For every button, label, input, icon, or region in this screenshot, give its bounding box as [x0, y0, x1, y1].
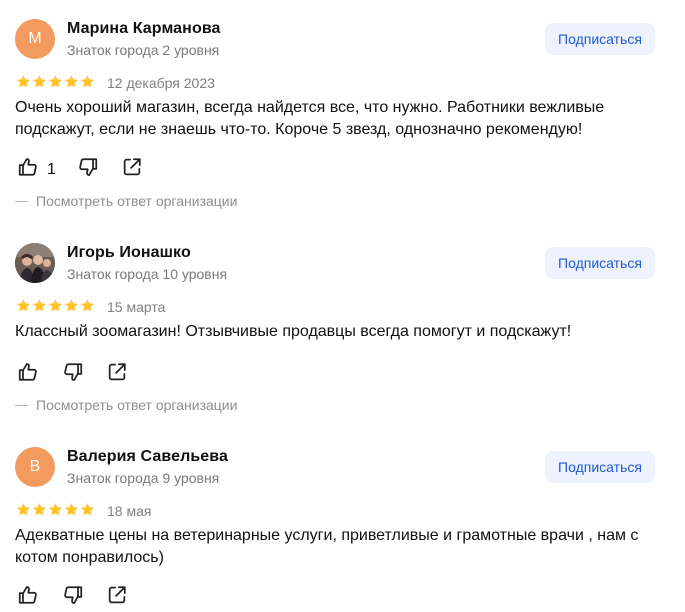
- author-name[interactable]: Игорь Ионашко: [67, 244, 191, 262]
- review-actions: 1: [17, 156, 143, 183]
- dislike-button[interactable]: [62, 361, 84, 388]
- avatar[interactable]: В: [15, 447, 55, 487]
- star-icon: [33, 503, 46, 516]
- org-reply-label: Посмотреть ответ организации: [36, 193, 238, 209]
- thumbs-down-icon: [62, 584, 84, 611]
- avatar-photo: [15, 243, 55, 283]
- thumbs-up-icon: [17, 361, 39, 388]
- dislike-button[interactable]: [62, 584, 84, 611]
- rating-stars: [16, 74, 95, 89]
- star-icon: [65, 503, 78, 516]
- share-icon: [121, 156, 143, 183]
- thumbs-up-icon: [17, 584, 39, 611]
- author-name[interactable]: Валерия Савельева: [67, 448, 228, 466]
- thumbs-down-icon: [62, 361, 84, 388]
- avatar[interactable]: [15, 243, 55, 283]
- review-date: 12 декабря 2023: [107, 75, 215, 91]
- share-icon: [106, 584, 128, 611]
- review-date: 18 мая: [107, 503, 152, 519]
- author-level: Знаток города 9 уровня: [67, 470, 220, 486]
- review-actions: [17, 584, 128, 611]
- star-icon: [49, 299, 62, 312]
- review-date: 15 марта: [107, 299, 166, 315]
- author-level: Знаток города 2 уровня: [67, 42, 220, 58]
- star-icon: [65, 299, 78, 312]
- share-icon: [106, 361, 128, 388]
- star-icon: [17, 75, 30, 88]
- star-icon: [81, 503, 94, 516]
- subscribe-button[interactable]: Подписаться: [545, 247, 655, 279]
- author-name[interactable]: Марина Карманова: [67, 20, 221, 38]
- star-icon: [49, 503, 62, 516]
- dislike-button[interactable]: [77, 156, 99, 183]
- share-button[interactable]: [121, 156, 143, 183]
- star-icon: [17, 503, 30, 516]
- subscribe-button[interactable]: Подписаться: [545, 451, 655, 483]
- review-text: Классный зоомагазин! Отзывчивые продавцы…: [15, 323, 572, 340]
- subscribe-button[interactable]: Подписаться: [545, 23, 655, 55]
- review-actions: [17, 361, 128, 388]
- star-icon: [81, 299, 94, 312]
- like-button[interactable]: [17, 361, 39, 388]
- star-icon: [49, 75, 62, 88]
- dash-divider: [15, 200, 28, 202]
- star-icon: [17, 299, 30, 312]
- star-icon: [81, 75, 94, 88]
- share-button[interactable]: [106, 361, 128, 388]
- review-text: Адекватные цены на ветеринарные услуги, …: [15, 527, 639, 566]
- dash-divider: [15, 404, 28, 406]
- star-icon: [33, 75, 46, 88]
- avatar-letter: В: [29, 458, 41, 475]
- like-button[interactable]: 1: [17, 156, 56, 183]
- rating-stars: [16, 298, 95, 313]
- org-reply-link[interactable]: Посмотреть ответ организации: [15, 397, 237, 413]
- thumbs-up-icon: [17, 156, 39, 183]
- share-button[interactable]: [106, 584, 128, 611]
- star-icon: [65, 75, 78, 88]
- org-reply-link[interactable]: Посмотреть ответ организации: [15, 193, 237, 209]
- author-level: Знаток города 10 уровня: [67, 266, 228, 282]
- avatar-letter: М: [28, 30, 42, 47]
- org-reply-label: Посмотреть ответ организации: [36, 397, 238, 413]
- review-text: Очень хороший магазин, всегда найдется в…: [15, 99, 605, 138]
- avatar[interactable]: М: [15, 19, 55, 59]
- like-button[interactable]: [17, 584, 39, 611]
- rating-stars: [16, 502, 95, 517]
- thumbs-down-icon: [77, 156, 99, 183]
- star-icon: [33, 299, 46, 312]
- like-count: 1: [47, 160, 56, 178]
